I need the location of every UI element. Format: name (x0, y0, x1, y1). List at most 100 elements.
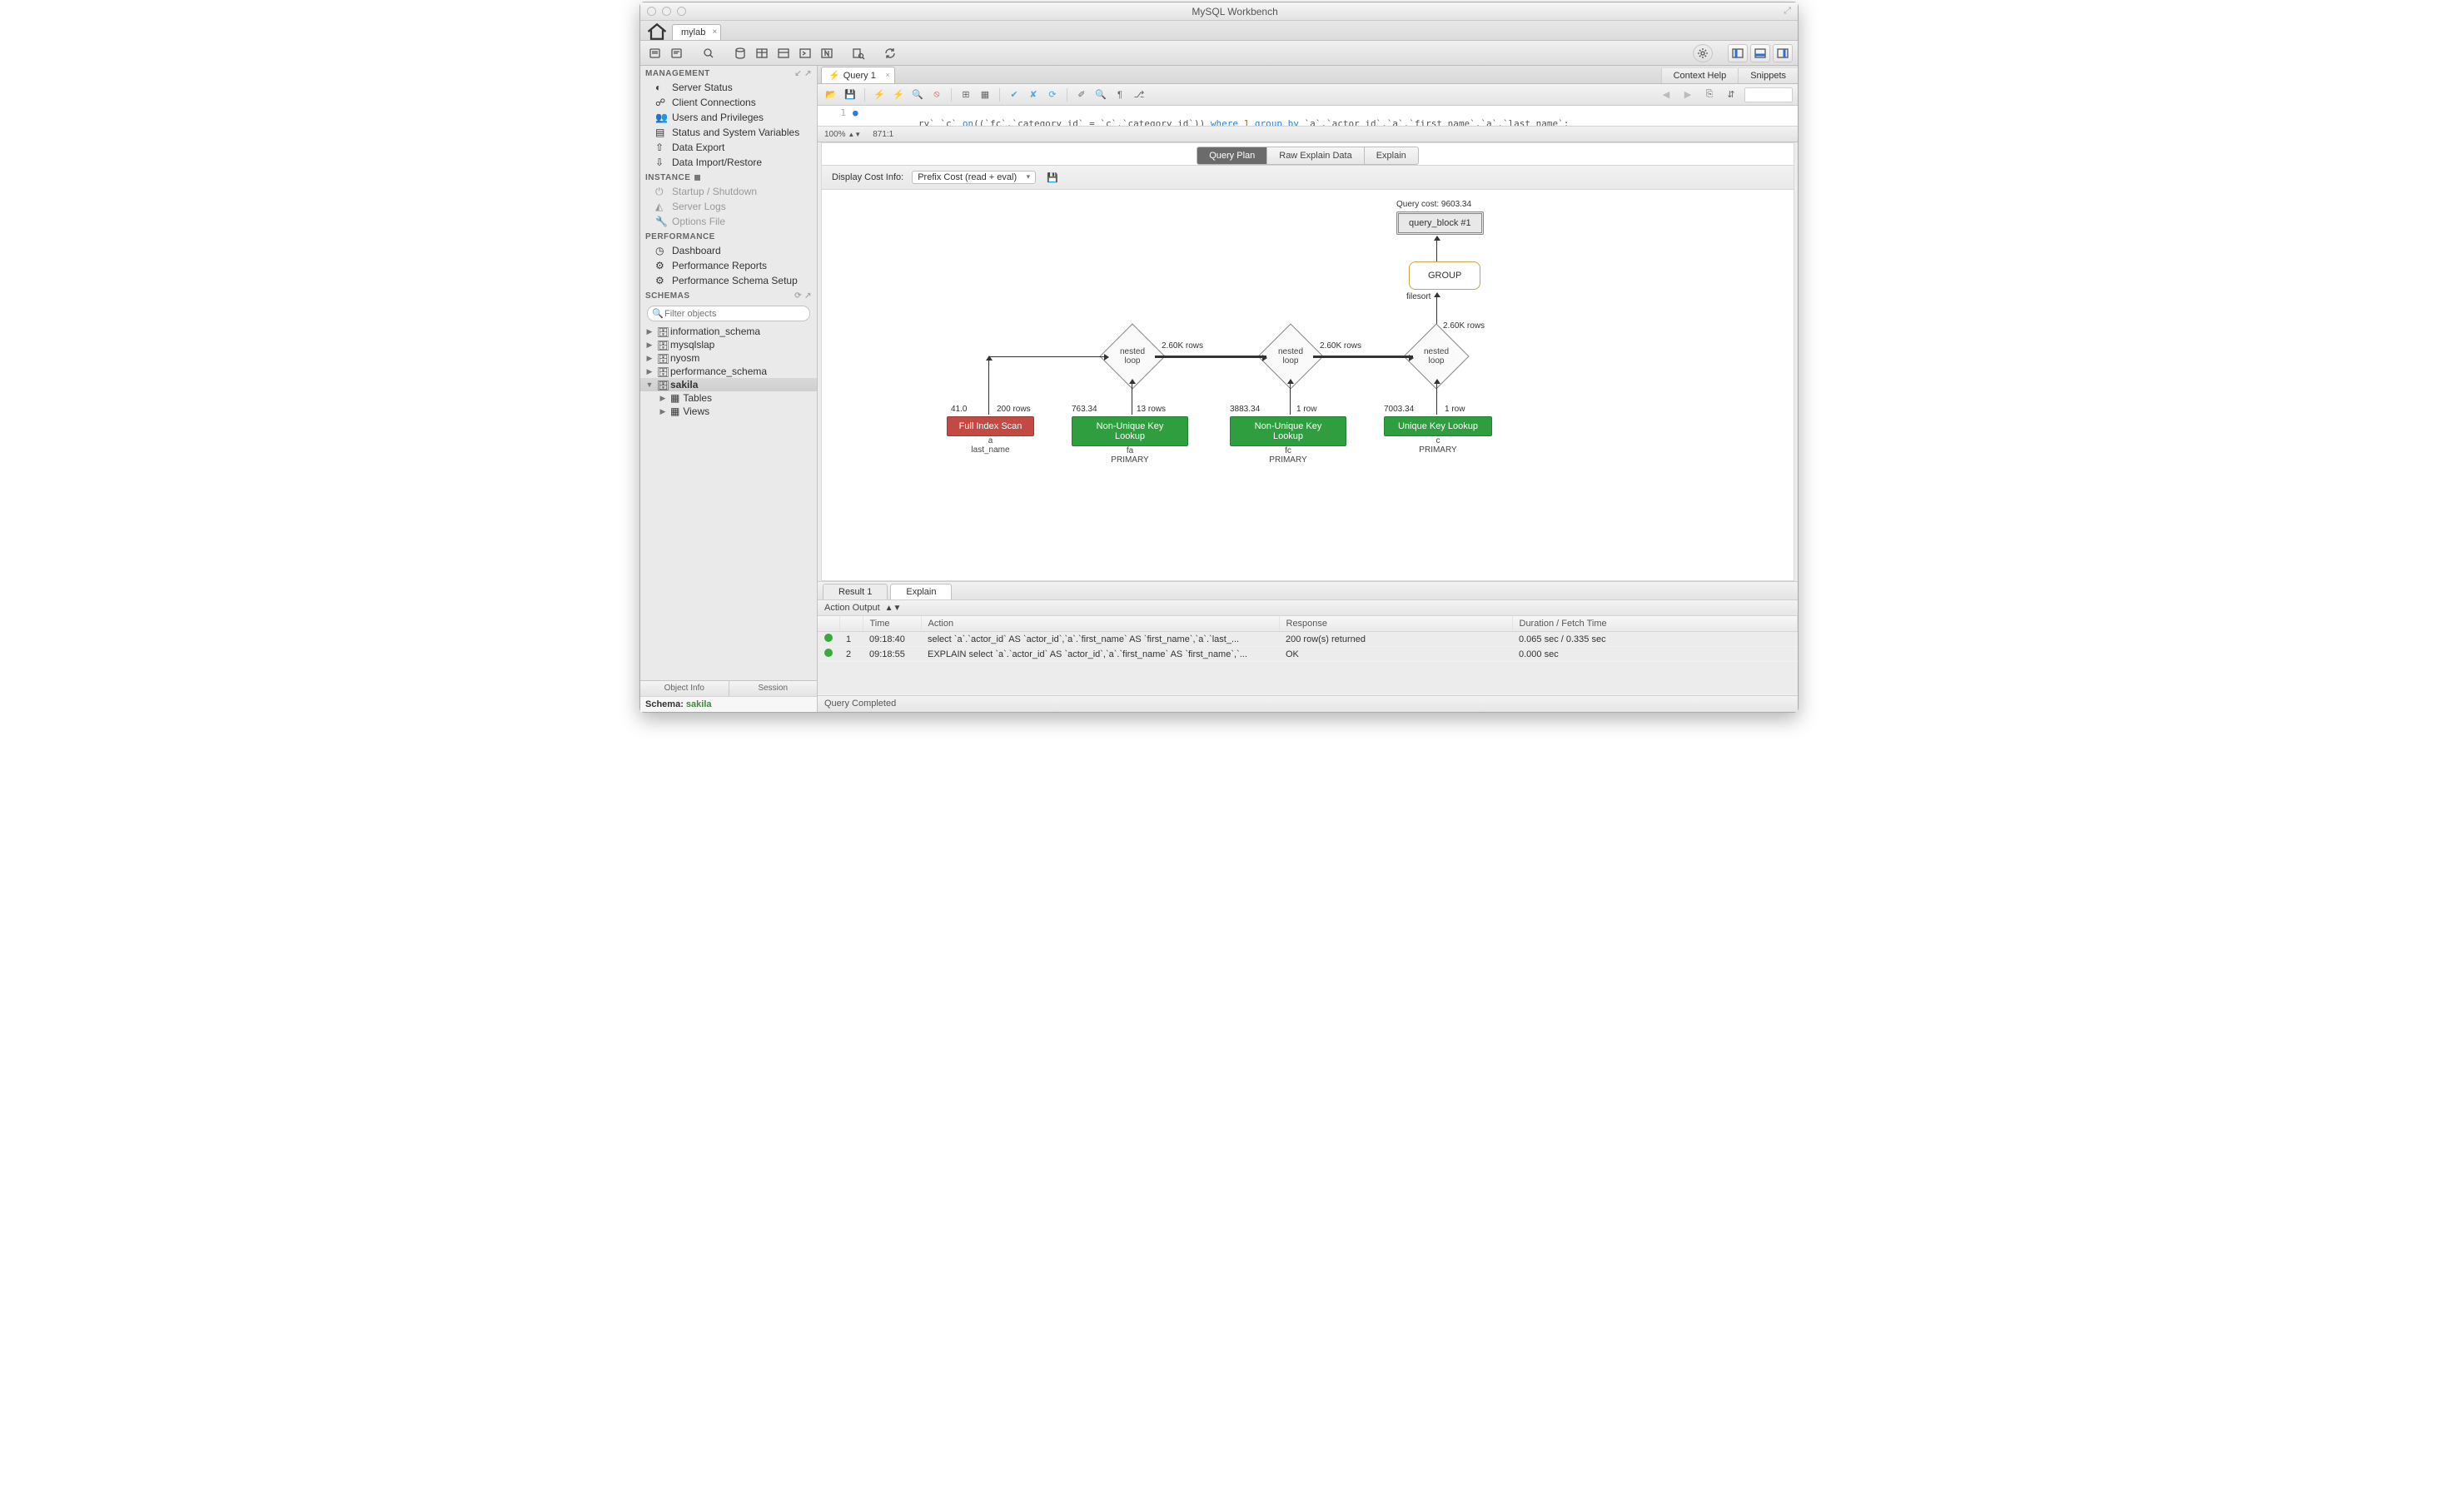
fullscreen-icon[interactable]: ⤢ (1784, 6, 1791, 17)
reconnect-icon[interactable] (880, 44, 900, 62)
commit-icon[interactable]: ✔ (1006, 87, 1022, 103)
col-action[interactable]: Action (921, 616, 1279, 632)
col-duration[interactable]: Duration / Fetch Time (1512, 616, 1798, 632)
tab-snippets[interactable]: Snippets (1738, 68, 1798, 83)
col-time[interactable]: Time (863, 616, 921, 632)
chevron-down-icon[interactable]: ▼ (645, 380, 654, 389)
schema-mysqlslap[interactable]: ▶🗄mysqlslap (640, 338, 817, 351)
output-row[interactable]: 2 09:18:55 EXPLAIN select `a`.`actor_id`… (818, 647, 1798, 662)
grid-icon[interactable]: ▦ (977, 87, 993, 103)
create-function-icon[interactable] (817, 44, 837, 62)
chevron-right-icon[interactable]: ▶ (659, 407, 667, 416)
close-icon[interactable]: × (886, 71, 890, 79)
create-view-icon[interactable] (774, 44, 794, 62)
tab-query-plan[interactable]: Query Plan (1197, 147, 1267, 165)
chevron-right-icon[interactable]: ▶ (645, 367, 654, 376)
tab-object-info[interactable]: Object Info (640, 681, 729, 696)
sidebar-item-users-privileges[interactable]: 👥Users and Privileges (640, 110, 817, 125)
schema-sakila[interactable]: ▼🗄sakila (640, 378, 817, 391)
save-plan-icon[interactable]: 💾 (1044, 169, 1061, 186)
gear-icon[interactable] (1693, 44, 1713, 62)
full-index-scan-node[interactable]: Full Index Scanalast_name (947, 416, 1034, 455)
sidebar-item-dashboard[interactable]: ◷Dashboard (640, 243, 817, 258)
output-row[interactable]: 1 09:18:40 select `a`.`actor_id` AS `act… (818, 632, 1798, 647)
execute-cursor-icon[interactable]: ⚡ (890, 87, 907, 103)
jump-icon[interactable]: ⎘ (1701, 87, 1718, 103)
non-unique-lookup-fa-node[interactable]: Non-Unique Key LookupfaPRIMARY (1072, 416, 1188, 465)
toggle-output-icon[interactable] (1750, 44, 1770, 62)
invisible-icon[interactable]: ⎇ (1131, 87, 1147, 103)
group-node[interactable]: GROUP (1409, 261, 1480, 290)
explain-icon[interactable]: 🔍 (909, 87, 926, 103)
expand-icon[interactable]: ↗ (804, 69, 812, 78)
stop-icon[interactable]: ⦸ (928, 87, 945, 103)
sql-editor[interactable]: 1 ● ry` `c` on((`fc`.`category_id` = `c`… (818, 106, 1798, 126)
sidebar-item-client-connections[interactable]: ☍Client Connections (640, 95, 817, 110)
new-sql-tab-icon[interactable] (645, 44, 665, 62)
sidebar-item-perf-reports[interactable]: ⚙Performance Reports (640, 258, 817, 273)
query-plan-diagram[interactable]: Query cost: 9603.34 query_block #1 GROUP… (822, 190, 1794, 580)
find-icon[interactable]: 🔍 (1092, 87, 1109, 103)
sidebar-item-data-import[interactable]: ⇩Data Import/Restore (640, 155, 817, 170)
toggle-autocommit-icon[interactable]: ⊞ (958, 87, 974, 103)
schema-performance-schema[interactable]: ▶🗄performance_schema (640, 365, 817, 378)
open-sql-icon[interactable] (667, 44, 687, 62)
output-type-select[interactable]: ▲▼ (885, 604, 902, 613)
save-icon[interactable]: 💾 (842, 87, 858, 103)
sidebar-item-startup[interactable]: ⏻Startup / Shutdown (640, 184, 817, 199)
wrap-icon[interactable]: ¶ (1112, 87, 1128, 103)
chevron-right-icon[interactable]: ▶ (645, 354, 654, 363)
nested-loop-2[interactable]: nested loop (1267, 333, 1314, 380)
col-num[interactable] (839, 616, 863, 632)
query-tab-1[interactable]: ⚡ Query 1 × (821, 67, 895, 83)
open-file-icon[interactable]: 📂 (823, 87, 839, 103)
prev-icon[interactable]: ◀ (1658, 87, 1674, 103)
tab-raw-explain[interactable]: Raw Explain Data (1267, 147, 1364, 165)
tab-explain[interactable]: Explain (1365, 147, 1419, 165)
close-dot[interactable] (647, 7, 656, 16)
zoom-level[interactable]: 100% ▲▼ (824, 130, 861, 139)
tab-context-help[interactable]: Context Help (1661, 68, 1739, 83)
beautify-icon[interactable]: ✐ (1073, 87, 1090, 103)
tab-session[interactable]: Session (729, 681, 818, 696)
connection-tab-mylab[interactable]: mylab × (672, 24, 721, 40)
create-table-icon[interactable] (752, 44, 772, 62)
tab-explain-result[interactable]: Explain (890, 584, 952, 599)
nested-loop-1[interactable]: nested loop (1109, 333, 1156, 380)
sidebar-item-server-status[interactable]: ◐Server Status (640, 80, 817, 95)
collapse-icon[interactable]: ↙ (794, 69, 802, 78)
next-icon[interactable]: ▶ (1679, 87, 1696, 103)
sidebar-item-status-vars[interactable]: ▤Status and System Variables (640, 125, 817, 140)
autocommit-icon[interactable]: ⟳ (1044, 87, 1061, 103)
col-status[interactable] (818, 616, 839, 632)
limit-input[interactable] (1744, 87, 1793, 102)
refresh-icon[interactable]: ⟳ (794, 291, 802, 301)
execute-icon[interactable]: ⚡ (871, 87, 888, 103)
nested-loop-3[interactable]: nested loop (1413, 333, 1460, 380)
schema-filter-input[interactable] (647, 306, 810, 321)
expand-icon[interactable]: ↗ (804, 291, 812, 301)
cost-info-select[interactable]: Prefix Cost (read + eval) (912, 171, 1036, 184)
schema-nyosm[interactable]: ▶🗄nyosm (640, 351, 817, 365)
sidebar-item-server-logs[interactable]: ◭Server Logs (640, 199, 817, 214)
inspector-icon[interactable] (699, 44, 719, 62)
col-response[interactable]: Response (1279, 616, 1512, 632)
chevron-right-icon[interactable]: ▶ (645, 341, 654, 350)
sidebar-item-data-export[interactable]: ⇧Data Export (640, 140, 817, 155)
home-icon[interactable] (645, 23, 669, 40)
sidebar-item-options-file[interactable]: 🔧Options File (640, 214, 817, 229)
schema-information-schema[interactable]: ▶🗄information_schema (640, 325, 817, 338)
minimize-dot[interactable] (662, 7, 671, 16)
toggle-sidebar-icon[interactable] (1728, 44, 1748, 62)
create-procedure-icon[interactable] (795, 44, 815, 62)
rollback-icon[interactable]: ✘ (1025, 87, 1042, 103)
close-icon[interactable]: × (713, 27, 718, 37)
search-table-data-icon[interactable] (848, 44, 868, 62)
tab-result-1[interactable]: Result 1 (823, 584, 888, 599)
schema-sakila-views[interactable]: ▶▦Views (640, 405, 817, 418)
query-block-node[interactable]: query_block #1 (1396, 211, 1484, 235)
schema-sakila-tables[interactable]: ▶▦Tables (640, 391, 817, 405)
toggle-secondary-icon[interactable] (1773, 44, 1793, 62)
chevron-right-icon[interactable]: ▶ (659, 394, 667, 403)
create-schema-icon[interactable] (730, 44, 750, 62)
